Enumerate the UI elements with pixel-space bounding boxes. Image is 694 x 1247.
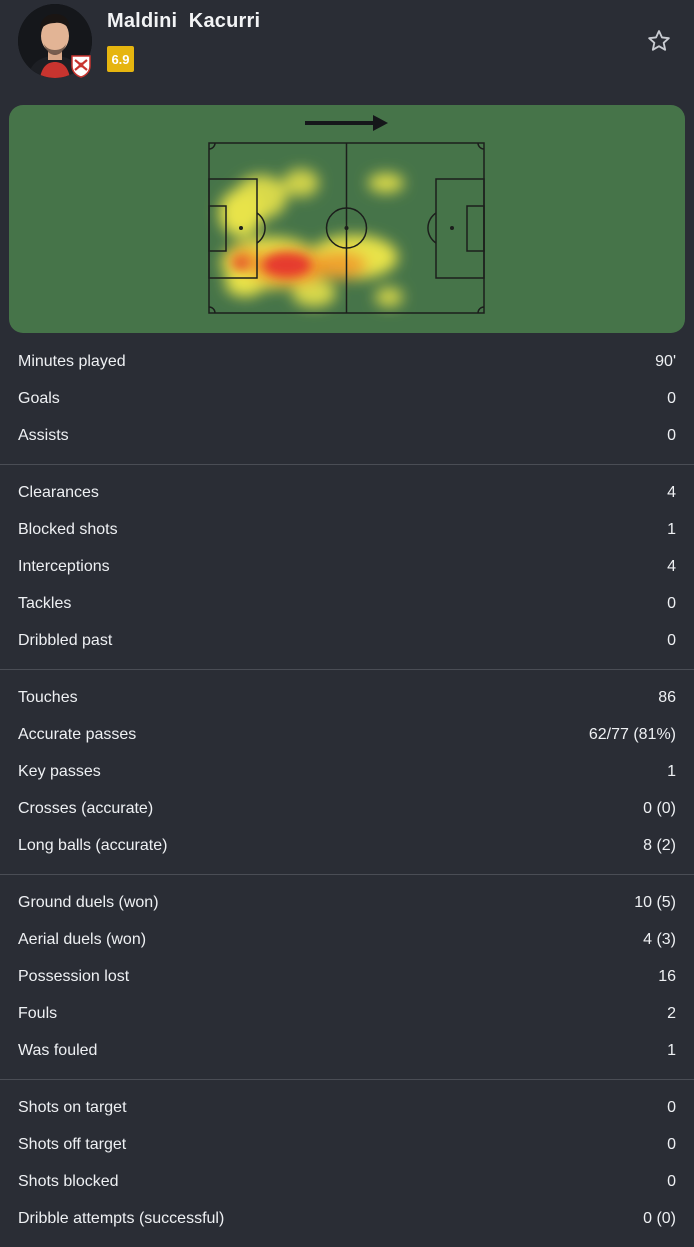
stat-label: Touches (18, 688, 78, 706)
stat-value: 4 (3) (643, 930, 676, 948)
stat-value: 0 (667, 1172, 676, 1190)
stat-value: 0 (667, 389, 676, 407)
stat-group: Clearances 4 Blocked shots 1 Interceptions 4 T… (0, 465, 694, 670)
stat-value: 1 (667, 520, 676, 538)
stat-row: Assists 0 (0, 417, 694, 454)
stat-value: 10 (5) (634, 893, 676, 911)
stat-label: Blocked shots (18, 520, 118, 538)
stat-label: Dribble attempts (successful) (18, 1209, 225, 1227)
stat-label: Key passes (18, 762, 101, 780)
stat-group: Minutes played 90' Goals 0 Assists 0 (0, 343, 694, 465)
stat-row: Shots off target 0 (0, 1126, 694, 1163)
stat-row: Goals 0 (0, 380, 694, 417)
stat-row: Key passes 1 (0, 753, 694, 790)
stat-value: 4 (667, 483, 676, 501)
stat-row: Crosses (accurate) 0 (0) (0, 790, 694, 827)
stat-value: 0 (667, 594, 676, 612)
stat-label: Minutes played (18, 352, 126, 370)
stat-value: 86 (658, 688, 676, 706)
stat-row: Possession lost 16 (0, 958, 694, 995)
stat-label: Crosses (accurate) (18, 799, 154, 817)
stat-row: Dribbled past 0 (0, 622, 694, 659)
stat-label: Fouls (18, 1004, 58, 1022)
stat-row: Ground duels (won) 10 (5) (0, 884, 694, 921)
stat-label: Shots on target (18, 1098, 127, 1116)
stat-row: Blocked shots 1 (0, 511, 694, 548)
stat-label: Dribbled past (18, 631, 113, 649)
stat-label: Accurate passes (18, 725, 137, 743)
stat-value: 16 (658, 967, 676, 985)
stat-label: Long balls (accurate) (18, 836, 168, 854)
stat-value: 0 (0) (643, 799, 676, 817)
club-crest-icon[interactable] (70, 54, 92, 78)
stat-value: 0 (0) (643, 1209, 676, 1227)
stat-label: Tackles (18, 594, 72, 612)
stat-value: 2 (667, 1004, 676, 1022)
arrow-right-icon (305, 115, 388, 131)
stat-value: 4 (667, 557, 676, 575)
heat-area (219, 169, 404, 307)
stat-row: Shots on target 0 (0, 1089, 694, 1126)
star-outline-icon[interactable] (646, 28, 672, 54)
heatmap-card (9, 105, 685, 333)
stat-row: Interceptions 4 (0, 548, 694, 585)
stat-value: 90' (655, 352, 676, 370)
stat-group: Shots on target 0 Shots off target 0 Shots b… (0, 1080, 694, 1247)
stat-row: Dribble attempts (successful) 0 (0) (0, 1200, 694, 1237)
rating-badge: 6.9 (107, 46, 134, 72)
stat-value: 1 (667, 762, 676, 780)
stat-value: 0 (667, 1135, 676, 1153)
stat-value: 0 (667, 631, 676, 649)
stat-row: Fouls 2 (0, 995, 694, 1032)
stat-label: Assists (18, 426, 69, 444)
stat-group: Ground duels (won) 10 (5) Aerial duels (wo… (0, 875, 694, 1080)
stat-label: Possession lost (18, 967, 130, 985)
stat-value: 8 (2) (643, 836, 676, 854)
stat-label: Interceptions (18, 557, 110, 575)
stat-value: 1 (667, 1041, 676, 1059)
player-header: Maldini Kacurri 6.9 (0, 0, 694, 90)
player-name: Maldini Kacurri (107, 10, 261, 32)
stat-row: Minutes played 90' (0, 343, 694, 380)
stat-row: Tackles 0 (0, 585, 694, 622)
stat-label: Shots blocked (18, 1172, 119, 1190)
stat-label: Shots off target (18, 1135, 127, 1153)
stat-value: 0 (667, 1098, 676, 1116)
stat-row: Aerial duels (won) 4 (3) (0, 921, 694, 958)
stat-row: Touches 86 (0, 679, 694, 716)
stat-label: Clearances (18, 483, 99, 501)
stat-value: 62/77 (81%) (588, 725, 676, 743)
stat-label: Ground duels (won) (18, 893, 159, 911)
stat-row: Accurate passes 62/77 (81%) (0, 716, 694, 753)
stat-row: Was fouled 1 (0, 1032, 694, 1069)
stat-label: Was fouled (18, 1041, 98, 1059)
stat-label: Goals (18, 389, 60, 407)
heatmap (208, 115, 485, 314)
stats-list: Minutes played 90' Goals 0 Assists 0 Clearance… (0, 343, 694, 1247)
stat-row: Shots blocked 0 (0, 1163, 694, 1200)
stat-group: Touches 86 Accurate passes 62/77 (81%) Key p… (0, 670, 694, 875)
stat-row: Long balls (accurate) 8 (2) (0, 827, 694, 864)
stat-row: Clearances 4 (0, 474, 694, 511)
stat-value: 0 (667, 426, 676, 444)
stat-label: Aerial duels (won) (18, 930, 147, 948)
